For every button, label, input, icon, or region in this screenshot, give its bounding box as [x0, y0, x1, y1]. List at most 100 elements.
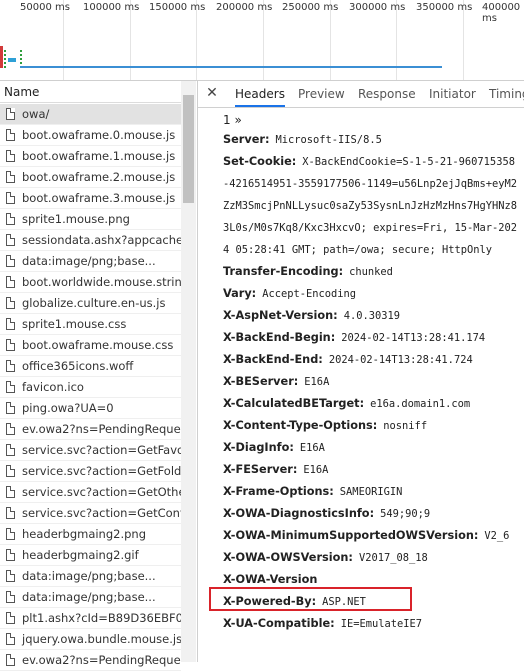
- header-value: chunked: [349, 266, 393, 278]
- header-value: IE=EmulateIE7: [340, 618, 423, 630]
- request-name: globalize.culture.en-us.js: [22, 296, 166, 310]
- header-name: X-UA-Compatible:: [223, 617, 335, 630]
- header-value: V2_6: [484, 530, 510, 542]
- request-row[interactable]: globalize.culture.en-us.js: [0, 293, 181, 314]
- request-row[interactable]: service.svc?action=GetConver: [0, 503, 181, 524]
- header-name: X-Content-Type-Options:: [223, 419, 378, 432]
- response-header: X-OWA-MinimumSupportedOWSVersion: V2_6: [223, 525, 519, 547]
- request-row[interactable]: sprite1.mouse.png: [0, 209, 181, 230]
- header-name: X-Powered-By:: [223, 595, 317, 608]
- header-value: 549;90;9: [380, 508, 431, 520]
- request-row[interactable]: headerbgmaing2.gif: [0, 545, 181, 566]
- request-row[interactable]: plt1.ashx?cId=B89D36EBF04F...: [0, 608, 181, 629]
- request-name: plt1.ashx?cId=B89D36EBF04F...: [22, 611, 181, 625]
- tab-response[interactable]: Response: [358, 81, 416, 107]
- tab-headers[interactable]: Headers: [235, 81, 285, 107]
- tab-preview[interactable]: Preview: [298, 81, 345, 107]
- file-icon: [6, 549, 15, 561]
- request-name: service.svc?action=GetOtherM: [22, 485, 181, 499]
- name-column-header[interactable]: Name: [0, 81, 181, 103]
- collapsed-section-toggle[interactable]: 1 »: [223, 111, 519, 129]
- request-row[interactable]: data:image/png;base...: [0, 587, 181, 608]
- request-row[interactable]: boot.owaframe.mouse.css: [0, 335, 181, 356]
- request-name: owa/: [22, 107, 50, 121]
- header-value: 4.0.30319: [343, 310, 401, 322]
- request-row[interactable]: service.svc?action=GetFavorit...: [0, 440, 181, 461]
- file-icon: [6, 150, 15, 162]
- file-icon: [6, 402, 15, 414]
- request-details-pane: ✕ Headers Preview Response Initiator Tim…: [198, 81, 524, 662]
- timeline-tick-label: 350000 ms: [416, 2, 473, 13]
- request-name: boot.owaframe.2.mouse.js: [22, 170, 176, 184]
- request-row[interactable]: boot.owaframe.1.mouse.js: [0, 146, 181, 167]
- header-value: e16a.domain1.com: [370, 398, 471, 410]
- file-icon: [6, 423, 15, 435]
- request-row[interactable]: ping.owa?UA=0: [0, 398, 181, 419]
- request-name: boot.owaframe.1.mouse.js: [22, 149, 176, 163]
- request-list[interactable]: Name owa/boot.owaframe.0.mouse.js boot.ow…: [0, 81, 198, 671]
- timeline-request-burst: [8, 58, 16, 62]
- request-row[interactable]: sessiondata.ashx?appcacheclie: [0, 230, 181, 251]
- request-row[interactable]: data:image/png;base...: [0, 566, 181, 587]
- request-name: service.svc?action=GetFolder...: [22, 464, 181, 478]
- tab-timing[interactable]: Timing: [489, 81, 524, 107]
- response-header: X-Frame-Options: SAMEORIGIN: [223, 481, 519, 503]
- request-row[interactable]: service.svc?action=GetOtherM: [0, 482, 181, 503]
- file-icon: [6, 255, 15, 267]
- request-row[interactable]: owa/: [0, 104, 181, 125]
- file-icon: [6, 297, 15, 309]
- request-list-scrollbar[interactable]: [181, 81, 196, 662]
- request-row[interactable]: service.svc?action=GetFolder...: [0, 461, 181, 482]
- request-row[interactable]: headerbgmaing2.png: [0, 524, 181, 545]
- file-icon: [6, 654, 15, 666]
- response-header: Server: Microsoft-IIS/8.5: [223, 129, 519, 151]
- request-row[interactable]: ev.owa2?ns=PendingRequest...: [0, 419, 181, 440]
- request-row[interactable]: data:image/png;base...: [0, 251, 181, 272]
- response-header: Set-Cookie: X-BackEndCookie=S-1-5-21-9607…: [223, 151, 519, 261]
- header-name: X-FEServer:: [223, 463, 298, 476]
- request-row[interactable]: boot.owaframe.2.mouse.js: [0, 167, 181, 188]
- header-value: X-BackEndCookie=S-1-5-21-960715358-42165…: [223, 156, 518, 256]
- request-name: sprite1.mouse.png: [22, 212, 130, 226]
- response-header: X-OWA-Version: [223, 569, 519, 591]
- request-name: headerbgmaing2.png: [22, 527, 147, 541]
- response-header: X-Powered-By: ASP.NET: [223, 591, 519, 613]
- header-value: nosniff: [383, 420, 428, 432]
- response-header: X-DiagInfo: E16A: [223, 437, 519, 459]
- file-icon: [6, 276, 15, 288]
- header-value: V2017_08_18: [358, 552, 428, 564]
- response-header: X-AspNet-Version: 4.0.30319: [223, 305, 519, 327]
- response-header: X-FEServer: E16A: [223, 459, 519, 481]
- header-value: Microsoft-IIS/8.5: [275, 134, 382, 146]
- request-name: office365icons.woff: [22, 359, 134, 373]
- request-name: boot.owaframe.3.mouse.js: [22, 191, 176, 205]
- scrollbar-thumb[interactable]: [183, 95, 194, 203]
- file-icon: [6, 171, 15, 183]
- response-header: X-BEServer: E16A: [223, 371, 519, 393]
- close-icon[interactable]: ✕: [204, 85, 220, 101]
- response-header: X-UA-Compatible: IE=EmulateIE7: [223, 613, 519, 635]
- file-icon: [6, 339, 15, 351]
- timeline-tick-label: 50000 ms: [20, 2, 70, 13]
- response-header: X-OWA-DiagnosticsInfo: 549;90;9: [223, 503, 519, 525]
- request-row[interactable]: jquery.owa.bundle.mouse.js: [0, 629, 181, 650]
- response-header: Transfer-Encoding: chunked: [223, 261, 519, 283]
- request-row[interactable]: boot.owaframe.3.mouse.js: [0, 188, 181, 209]
- response-header: Vary: Accept-Encoding: [223, 283, 519, 305]
- network-overview-timeline[interactable]: 50000 ms 100000 ms 150000 ms 200000 ms 2…: [0, 0, 524, 80]
- response-headers-list: 1 » Server: Microsoft-IIS/8.5 Set-Cookie: X…: [223, 111, 519, 635]
- request-name: ev.owa2?ns=PendingRequest...: [22, 653, 181, 667]
- request-row[interactable]: boot.owaframe.0.mouse.js: [0, 125, 181, 146]
- request-row[interactable]: boot.worldwide.mouse.strings: [0, 272, 181, 293]
- header-name: X-OWA-MinimumSupportedOWSVersion:: [223, 529, 479, 542]
- request-row[interactable]: sprite1.mouse.css: [0, 314, 181, 335]
- timeline-tick-label: 150000 ms: [149, 2, 206, 13]
- timeline-load-marker: [0, 46, 3, 68]
- request-name: ping.owa?UA=0: [22, 401, 114, 415]
- request-row[interactable]: ev.owa2?ns=PendingRequest...: [0, 650, 181, 671]
- request-name: boot.worldwide.mouse.strings: [22, 275, 181, 289]
- timeline-tick-label: 300000 ms: [349, 2, 406, 13]
- tab-initiator[interactable]: Initiator: [429, 81, 476, 107]
- request-row[interactable]: office365icons.woff: [0, 356, 181, 377]
- request-row[interactable]: favicon.ico: [0, 377, 181, 398]
